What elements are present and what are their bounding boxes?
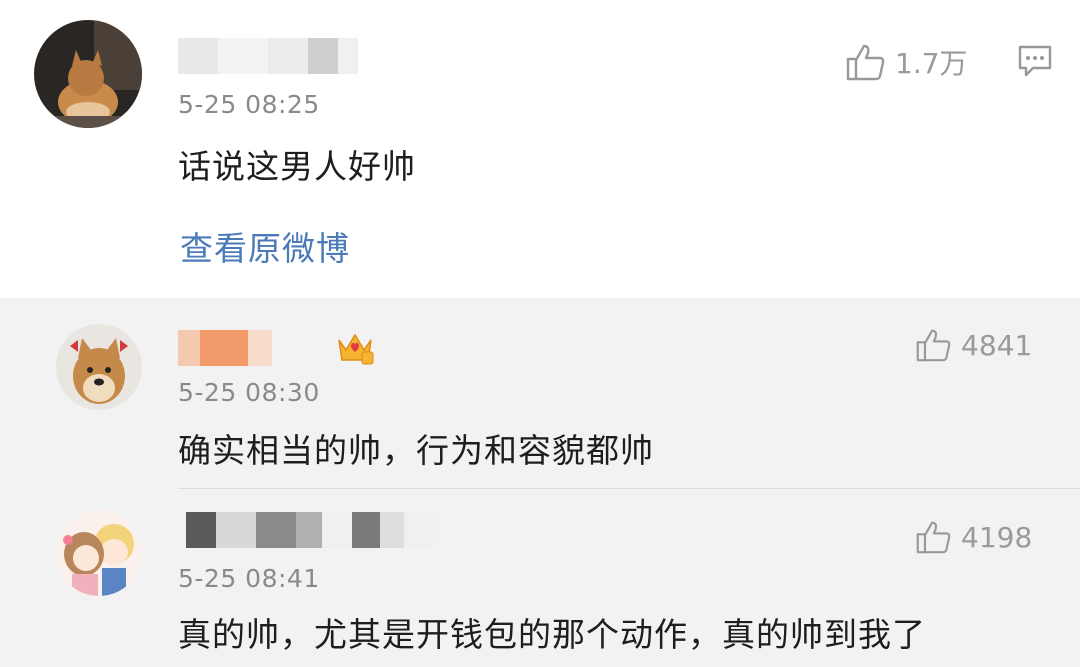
comment-time: 5-25 08:25 [178, 90, 320, 119]
like-count: 4198 [961, 520, 1033, 554]
reply-time: 5-25 08:41 [178, 564, 320, 593]
thumbs-up-icon [846, 44, 885, 81]
reply-divider [178, 488, 1080, 489]
thumbs-up-icon [916, 521, 951, 554]
reply-list: 4841 5-25 08:30 确实相当的帅，行为和容貌都帅 4198 5-25… [0, 298, 1080, 667]
view-original-link[interactable]: 查看原微博 [180, 222, 350, 270]
avatar-shiba[interactable] [56, 324, 142, 410]
reply-text: 真的帅，尤其是开钱包的那个动作，真的帅到我了 [178, 615, 926, 654]
reply-text: 确实相当的帅，行为和容貌都帅 [178, 431, 654, 470]
username-blurred[interactable] [178, 512, 434, 548]
like-button[interactable]: 4841 [915, 328, 1032, 362]
reply-time: 5-25 08:30 [178, 378, 320, 407]
crown-badge-icon [336, 330, 374, 370]
thumbs-up-icon [916, 329, 951, 362]
username-blurred[interactable] [178, 38, 358, 74]
comment-text: 话说这男人好帅 [178, 147, 416, 186]
username-blurred[interactable] [178, 330, 328, 366]
like-count: 4841 [961, 328, 1033, 362]
reply-button[interactable] [1017, 44, 1053, 82]
like-button[interactable]: 4198 [915, 520, 1032, 554]
like-count: 1.7万 [895, 47, 968, 80]
main-comment: 5-25 08:25 1.7万 话说这男人好帅 查看原微博 [0, 0, 1080, 298]
avatar-dog[interactable] [34, 20, 142, 128]
like-button[interactable]: 1.7万 [845, 42, 968, 82]
comment-reply-icon [1018, 45, 1052, 77]
avatar-anime-couple[interactable] [56, 510, 142, 596]
